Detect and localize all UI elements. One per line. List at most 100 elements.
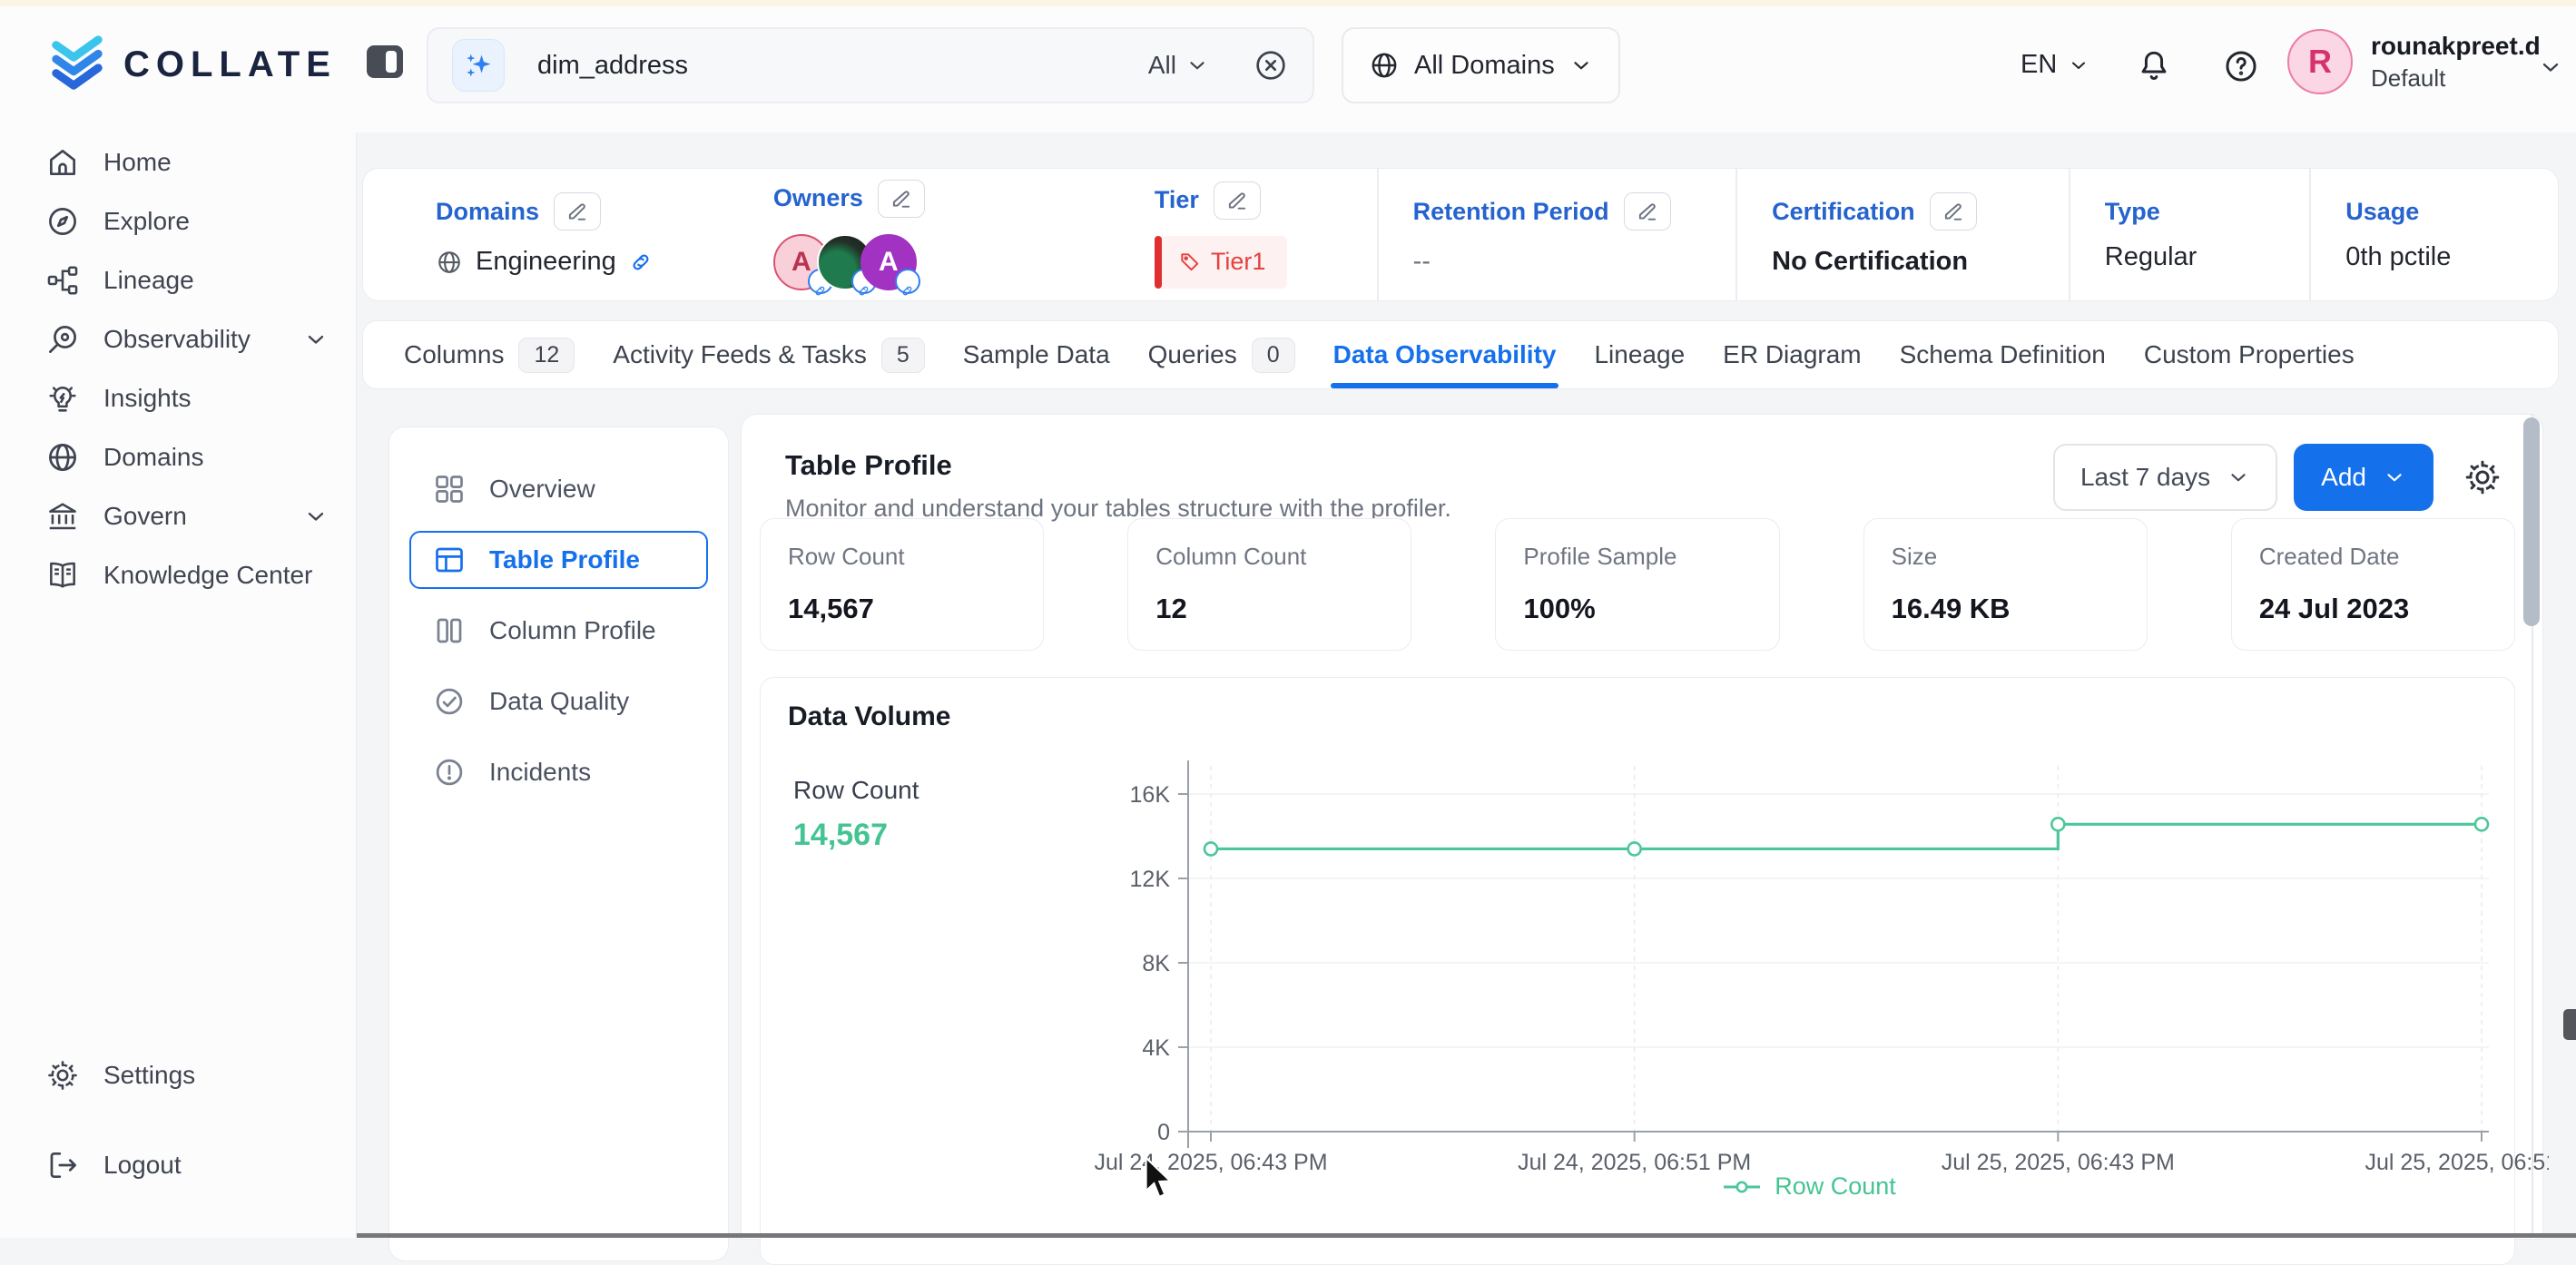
tier-bar xyxy=(1155,236,1162,289)
all-domains-filter[interactable]: All Domains xyxy=(1342,27,1620,103)
metric-card-created-date: Created Date24 Jul 2023 xyxy=(2231,518,2515,651)
profiler-nav-label: Incidents xyxy=(489,758,591,787)
add-button[interactable]: Add xyxy=(2294,444,2433,511)
tier-label: Tier1 xyxy=(1178,248,1266,276)
metric-card-profile-sample: Profile Sample100% xyxy=(1495,518,1779,651)
edit-retention-period-button[interactable] xyxy=(1624,192,1671,230)
clear-search-button[interactable] xyxy=(1253,47,1289,83)
profiler-nav-data-quality[interactable]: Data Quality xyxy=(409,672,708,731)
sidebar-item-lineage[interactable]: Lineage xyxy=(0,250,356,309)
sidebar-toggle-icon xyxy=(386,51,397,73)
profiler-nav-label: Column Profile xyxy=(489,616,656,645)
data-point[interactable] xyxy=(1628,842,1641,855)
tab-activity-feeds-tasks[interactable]: Activity Feeds & Tasks5 xyxy=(594,321,943,388)
search-scope-dropdown[interactable]: All xyxy=(1148,51,1209,80)
settings-icon xyxy=(45,1058,80,1093)
time-range-dropdown[interactable]: Last 7 days xyxy=(2053,444,2277,511)
sidebar-item-settings[interactable]: Settings xyxy=(0,1045,356,1104)
table-profile-panel: Table Profile Monitor and understand you… xyxy=(741,414,2543,1240)
profiler-nav-column-profile[interactable]: Column Profile xyxy=(409,602,708,660)
sidebar-item-govern[interactable]: Govern xyxy=(0,486,356,545)
add-button-label: Add xyxy=(2321,463,2366,492)
svg-text:8K: 8K xyxy=(1142,951,1170,976)
entity-header-label: Usage xyxy=(2345,198,2419,226)
profiler-nav: Overview Table Profile Column Profile Data … xyxy=(388,427,729,1261)
profiler-nav-incidents[interactable]: Incidents xyxy=(409,743,708,801)
data-point[interactable] xyxy=(1204,842,1217,855)
sidebar-toggle-button[interactable] xyxy=(367,45,403,78)
edit-domains-button[interactable] xyxy=(554,192,601,230)
tab-columns[interactable]: Columns 12 xyxy=(385,321,594,388)
globe-icon xyxy=(1369,50,1400,81)
data-point[interactable] xyxy=(2051,818,2064,830)
gear-icon xyxy=(2463,457,2502,497)
pencil-icon xyxy=(565,200,589,223)
entity-header-value: Regular xyxy=(2105,242,2197,272)
tab-label: Columns xyxy=(404,340,504,369)
top-bar: COLLATE All All Domains xyxy=(0,0,2576,132)
search-input[interactable] xyxy=(537,51,1148,81)
tab-queries[interactable]: Queries0 xyxy=(1129,321,1314,388)
help-button[interactable] xyxy=(2222,47,2260,88)
sidebar-item-observability[interactable]: Observability xyxy=(0,309,356,368)
sidebar-item-label: Lineage xyxy=(103,266,194,295)
global-search-bar[interactable]: All xyxy=(427,27,1314,103)
page-title: Table Profile xyxy=(785,449,952,482)
data-point[interactable] xyxy=(2475,818,2488,830)
tab-data-observability[interactable]: Data Observability xyxy=(1314,321,1576,388)
sidebar-item-home[interactable]: Home xyxy=(0,132,356,191)
tab-label: Queries xyxy=(1148,340,1237,369)
profiler-nav-overview[interactable]: Overview xyxy=(409,460,708,518)
profiler-settings-button[interactable] xyxy=(2463,457,2502,497)
entity-tabs: Columns 12 Activity Feeds & Tasks5 Sample D… xyxy=(362,320,2559,389)
entity-header-section-tier: TierTier1 xyxy=(1155,169,1379,300)
tab-er-diagram[interactable]: ER Diagram xyxy=(1704,321,1880,388)
metric-card-size: Size16.49 KB xyxy=(1863,518,2148,651)
link-icon xyxy=(895,269,920,294)
edit-tier-button[interactable] xyxy=(1214,181,1261,220)
left-sidebar: Home Explore Lineage Observability Insights D… xyxy=(0,132,357,1238)
entity-header-label: Certification xyxy=(1772,198,1915,226)
tab-sample-data[interactable]: Sample Data xyxy=(944,321,1129,388)
user-menu[interactable]: R rounakpreet.d Default xyxy=(2287,29,2541,94)
metric-card-row-count: Row Count14,567 xyxy=(760,518,1044,651)
entity-header-label: Owners xyxy=(773,184,863,212)
overview-icon xyxy=(433,473,466,505)
collate-logo[interactable]: COLLATE xyxy=(47,34,337,95)
sparkles-icon xyxy=(452,39,505,92)
sidebar-item-explore[interactable]: Explore xyxy=(0,191,356,250)
profiler-nav-label: Table Profile xyxy=(489,545,640,574)
row-count-label: Row Count xyxy=(793,776,919,805)
sidebar-item-knowledge-center[interactable]: Knowledge Center xyxy=(0,545,356,604)
sidebar-item-logout[interactable]: Logout xyxy=(0,1135,356,1194)
user-menu-chevron[interactable] xyxy=(2538,54,2563,84)
check-circle-icon xyxy=(433,685,466,718)
entity-header-section-owners: OwnersAA xyxy=(773,169,1155,300)
owner-avatar[interactable]: A xyxy=(860,234,917,290)
language-selector[interactable]: EN xyxy=(2020,50,2089,80)
chart-legend[interactable]: Row Count xyxy=(1069,1172,2549,1201)
row-count-chart: 04K8K12K16KJul 24, 2025, 06:43 PMJul 24,… xyxy=(1069,755,2549,1177)
sidebar-item-domains[interactable]: Domains xyxy=(0,427,356,486)
metric-label: Size xyxy=(1892,543,2119,571)
tab-count-badge: 12 xyxy=(518,338,575,373)
tab-schema-definition[interactable]: Schema Definition xyxy=(1881,321,2125,388)
tier-tag[interactable]: Tier1 xyxy=(1155,236,1288,289)
chevron-down-icon xyxy=(1185,54,1209,77)
edit-owners-button[interactable] xyxy=(878,180,925,218)
collate-logo-icon xyxy=(47,34,107,95)
profiler-nav-table-profile[interactable]: Table Profile xyxy=(409,531,708,589)
sidebar-item-label: Insights xyxy=(103,384,192,413)
sidebar-item-insights[interactable]: Insights xyxy=(0,368,356,427)
legend-label: Row Count xyxy=(1775,1172,1896,1201)
tab-label: Sample Data xyxy=(963,340,1110,369)
tab-lineage[interactable]: Lineage xyxy=(1575,321,1704,388)
vertical-scrollbar-thumb[interactable] xyxy=(2523,417,2540,626)
tab-custom-properties[interactable]: Custom Properties xyxy=(2125,321,2374,388)
entity-header-label: Type xyxy=(2105,198,2160,226)
notifications-button[interactable] xyxy=(2135,47,2173,88)
edit-certification-button[interactable] xyxy=(1930,192,1977,230)
sidebar-item-label: Home xyxy=(103,148,172,177)
svg-text:Jul 24, 2025, 06:43 PM: Jul 24, 2025, 06:43 PM xyxy=(1094,1150,1327,1175)
entity-header-section-type: Type Regular xyxy=(2105,169,2312,300)
